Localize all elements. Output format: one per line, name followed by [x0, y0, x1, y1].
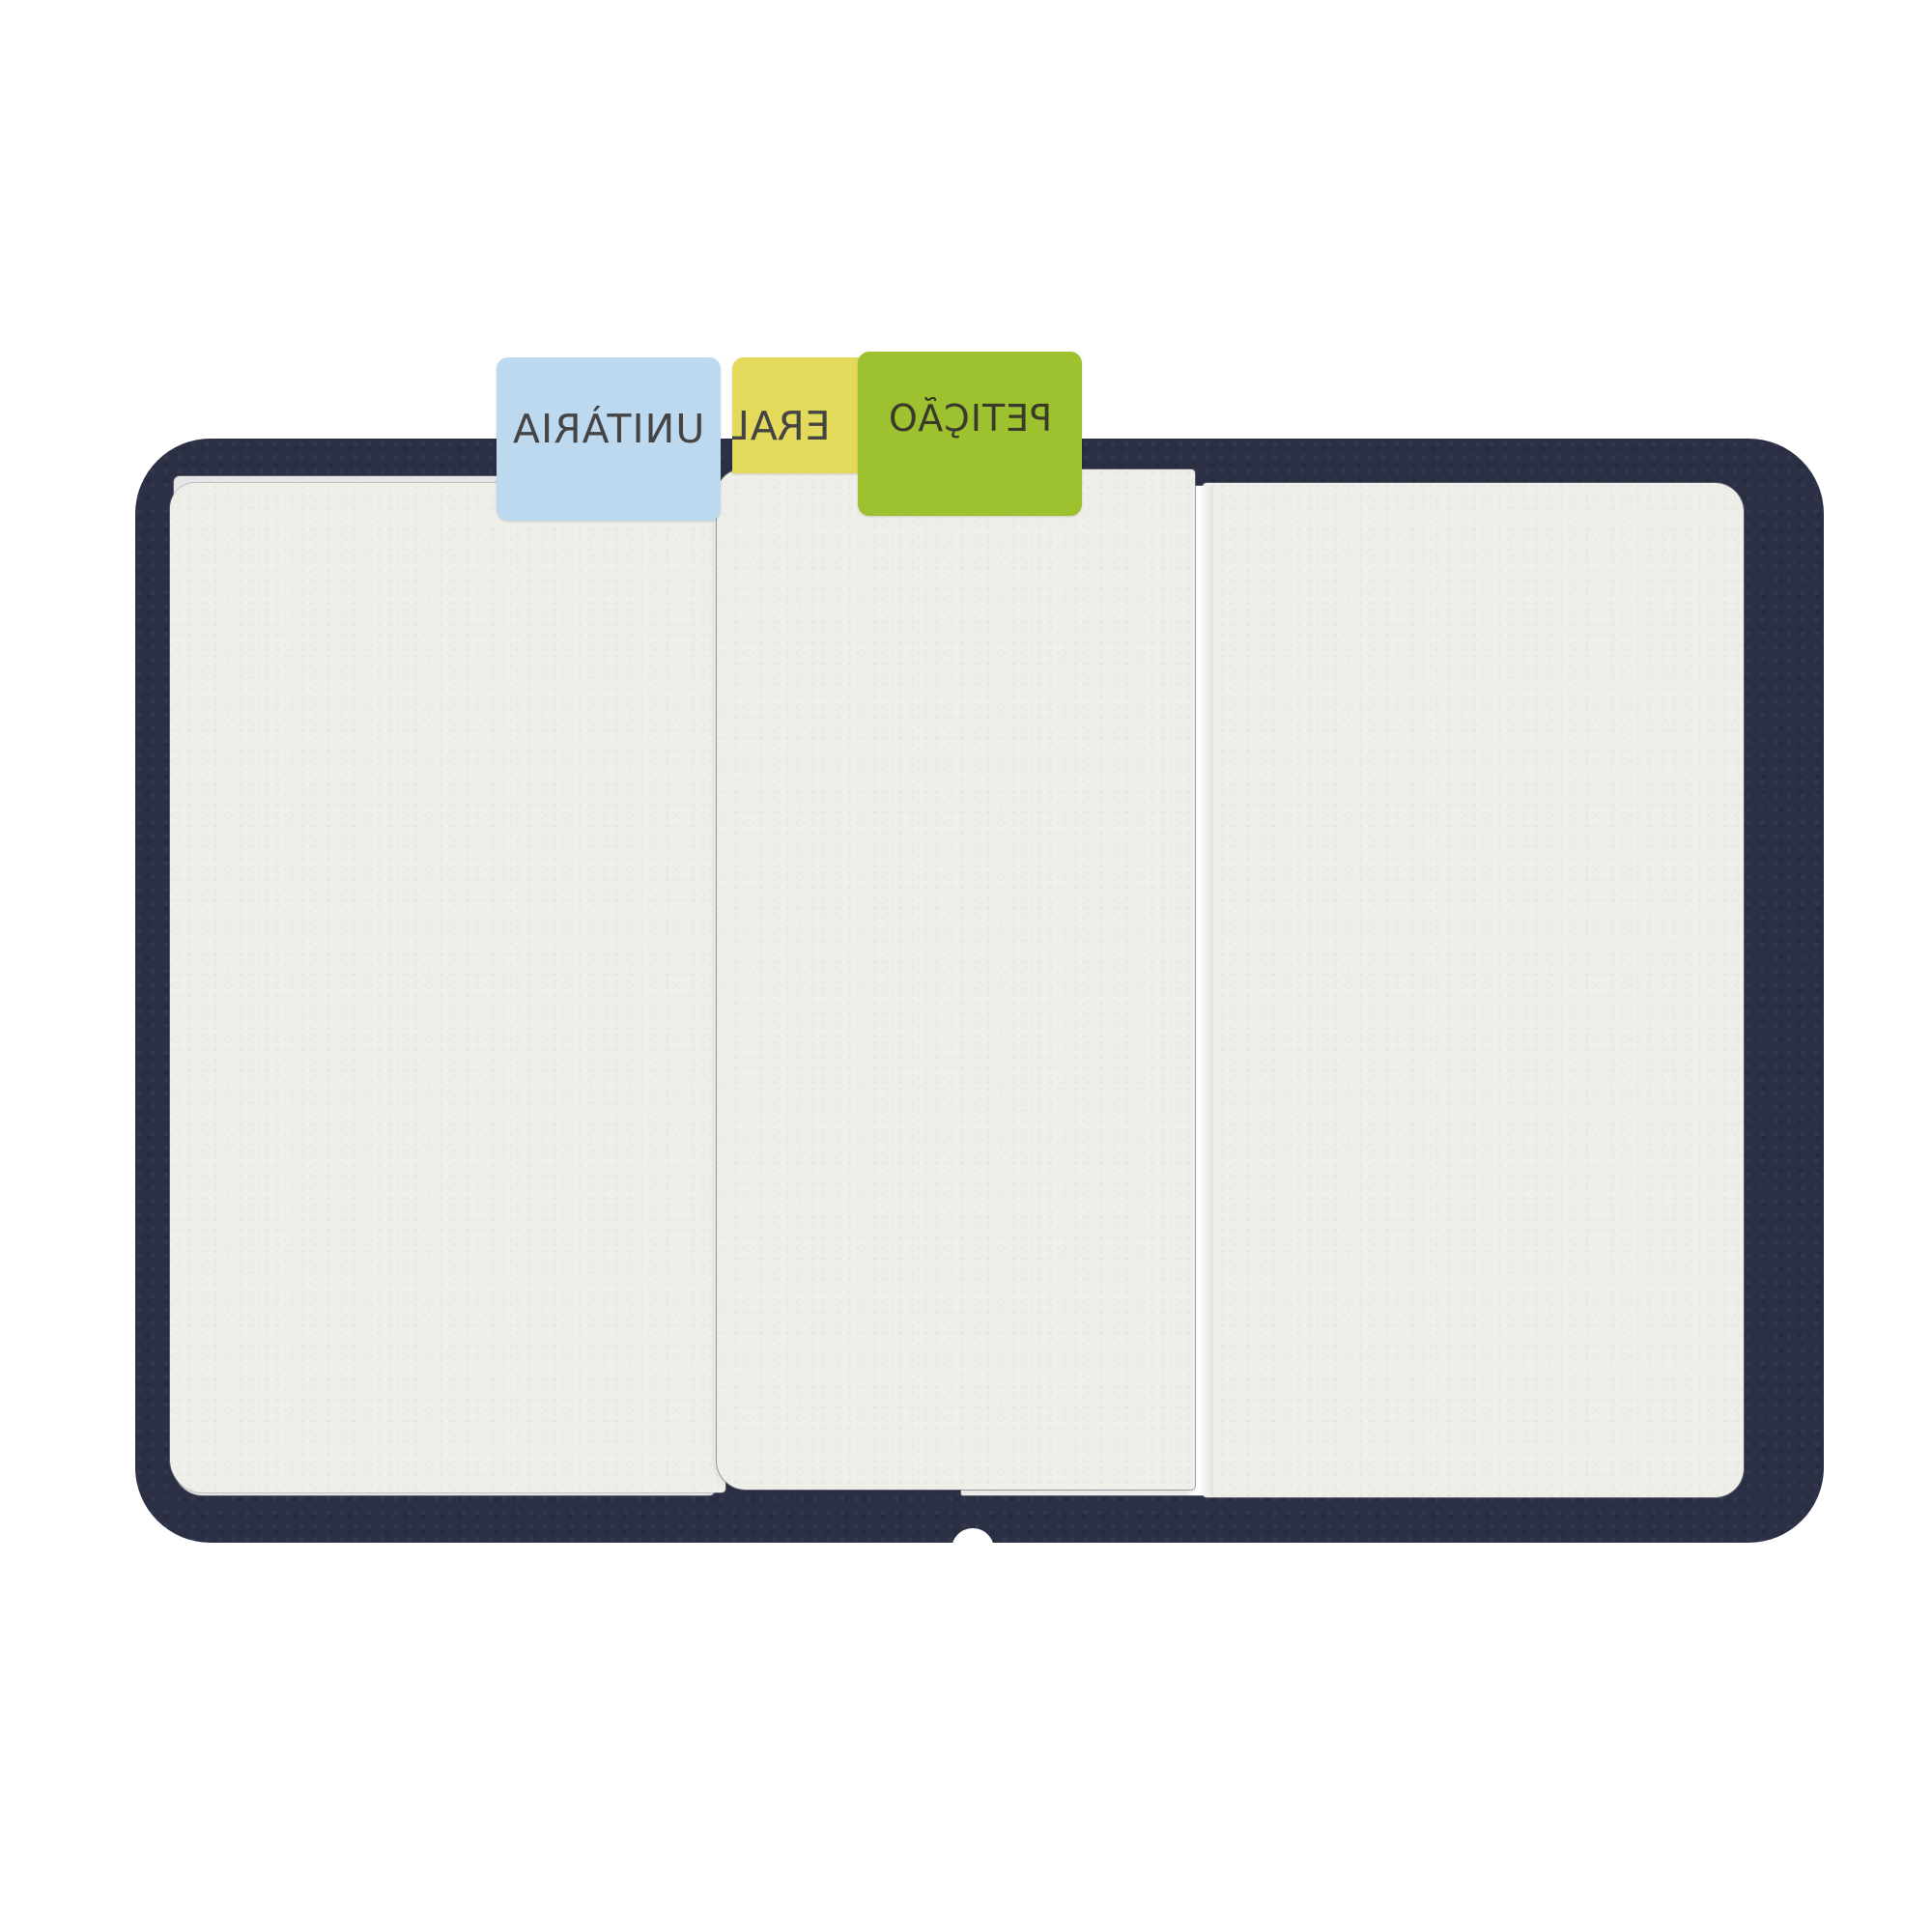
index-tab-peticao[interactable]: PETIÇÃO — [858, 352, 1082, 516]
right-page — [1203, 483, 1744, 1497]
notebook-scene: ERAL UNITÀRIA PETIÇÃO — [0, 0, 1932, 1932]
index-tab-geral[interactable]: ERAL — [732, 357, 877, 473]
tab-label-unitaria: UNITÀRIA — [512, 405, 705, 452]
tab-label-peticao: PETIÇÃO — [887, 397, 1053, 440]
tab-label-geral: ERAL — [732, 403, 831, 449]
left-page — [170, 483, 725, 1492]
index-tab-unitaria[interactable]: UNITÀRIA — [497, 357, 721, 521]
turning-page[interactable] — [717, 469, 1195, 1490]
